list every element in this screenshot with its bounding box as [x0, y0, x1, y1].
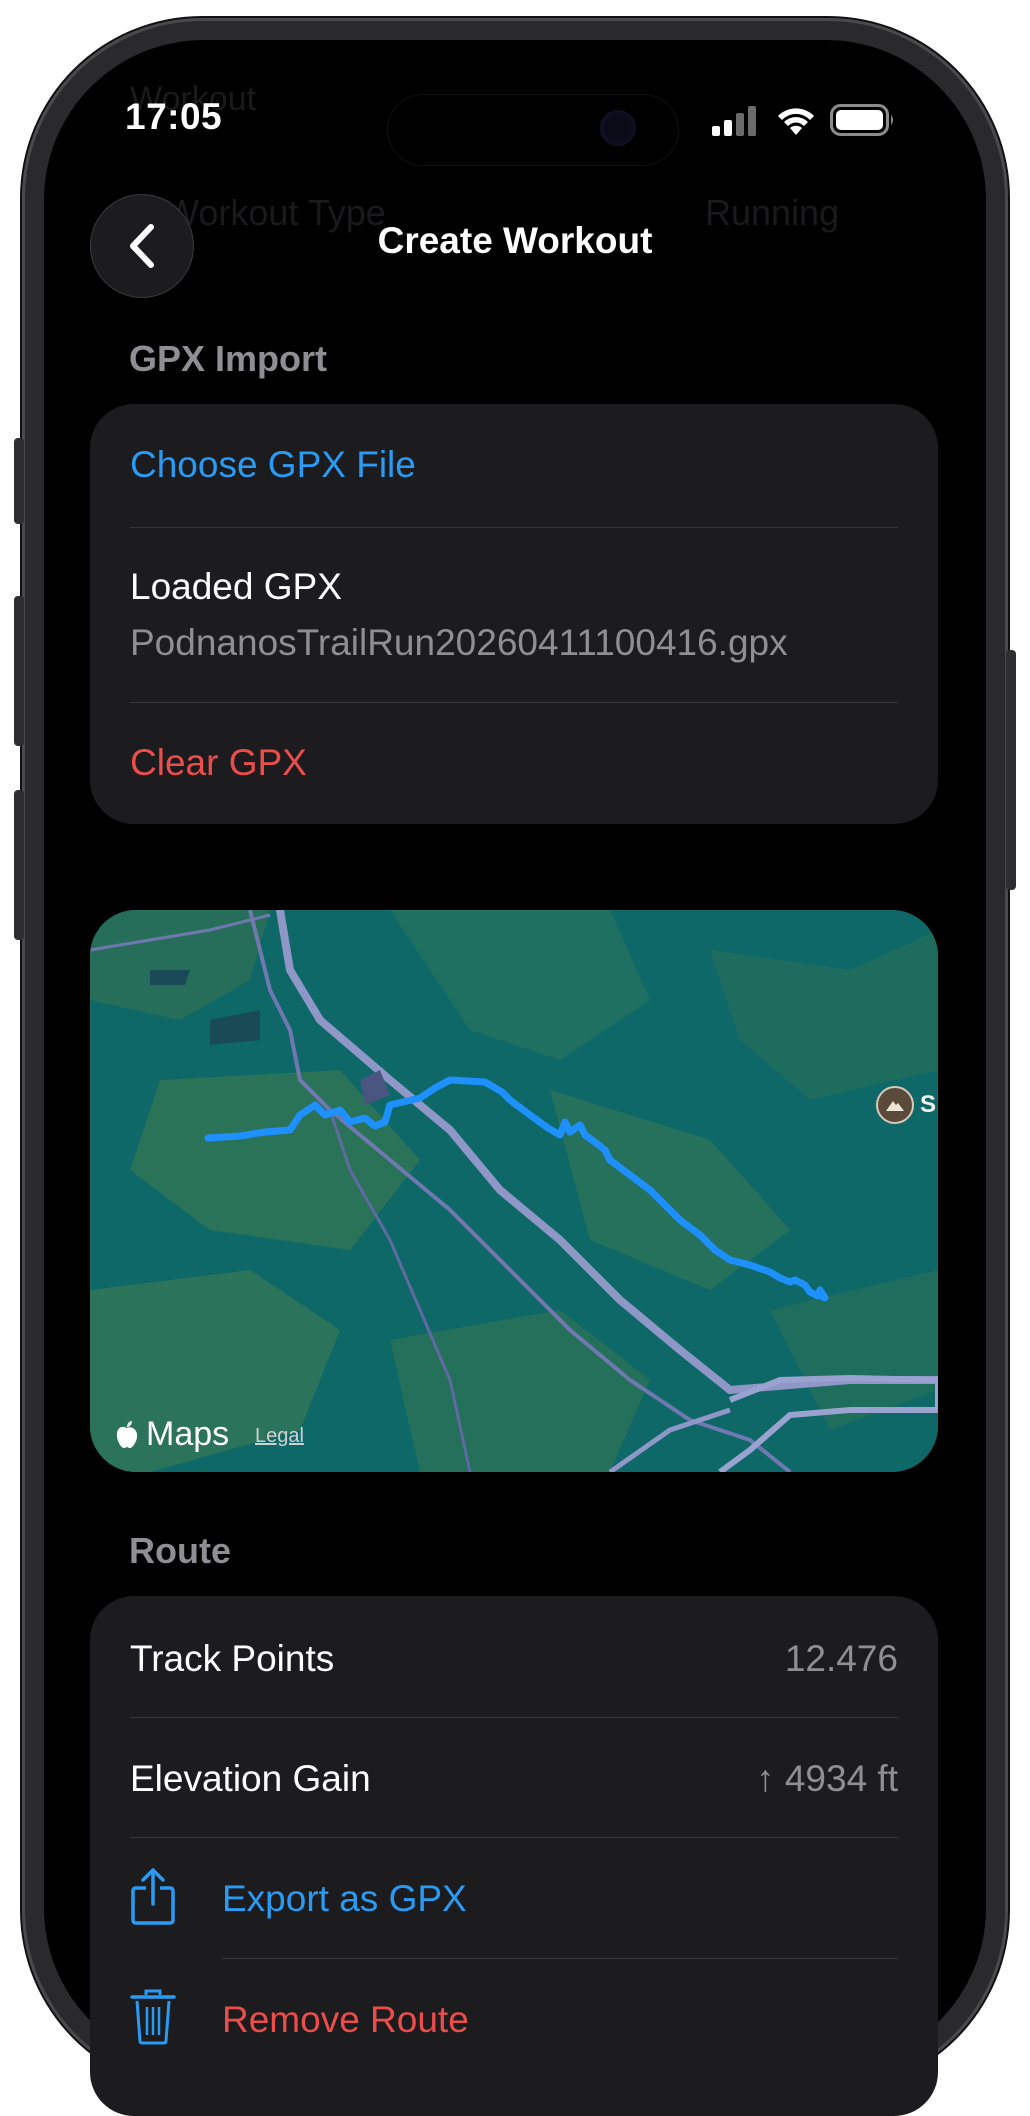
side-button-volume-up [14, 596, 24, 746]
divider [130, 527, 898, 528]
route-card: Track Points 12.476 Elevation Gain ↑ 493… [90, 1596, 938, 2116]
remove-route-label: Remove Route [222, 1999, 469, 2040]
elevation-gain-value: ↑ 4934 ft [756, 1758, 898, 1799]
front-camera [600, 110, 636, 146]
route-map[interactable]: S Maps Legal [90, 910, 938, 1472]
choose-gpx-file-button[interactable]: Choose GPX File [130, 444, 416, 486]
cellular-signal-icon [712, 106, 756, 136]
loaded-gpx-label: Loaded GPX [130, 566, 342, 607]
export-gpx-label: Export as GPX [222, 1878, 467, 1919]
wifi-icon [778, 108, 814, 135]
gpx-import-card: Choose GPX File Loaded GPX PodnanosTrail… [90, 404, 938, 824]
side-button-volume-down [14, 790, 24, 940]
maps-brand-text: Maps [146, 1415, 230, 1453]
nav-title: Create Workout [377, 220, 653, 261]
elevation-gain-label: Elevation Gain [130, 1758, 371, 1799]
map-poi-label: S [920, 1091, 937, 1118]
apple-logo-icon [116, 1420, 138, 1448]
share-icon [131, 1868, 175, 1925]
side-button-power [1006, 650, 1016, 890]
apple-maps-logo: Maps [114, 1415, 229, 1454]
remove-route-button[interactable]: Remove Route [90, 1959, 938, 2079]
map-poi-peak[interactable]: S [876, 1086, 936, 1124]
battery-icon [830, 104, 893, 136]
side-button-action [14, 438, 24, 524]
track-points-value: 12.476 [784, 1638, 898, 1679]
mountain-icon [876, 1086, 914, 1124]
loaded-gpx-filename: PodnanosTrailRun20260411100416.gpx [130, 622, 788, 663]
route-track-line [204, 1076, 829, 1302]
track-points-label: Track Points [130, 1638, 335, 1679]
trash-icon [130, 1989, 176, 2045]
status-time: 17:05 [125, 96, 223, 137]
clear-gpx-button[interactable]: Clear GPX [130, 742, 307, 784]
map-legal-link[interactable]: Legal [255, 1425, 304, 1448]
export-gpx-button[interactable]: Export as GPX [90, 1838, 938, 1958]
divider [130, 1717, 898, 1718]
section-header-route: Route [129, 1530, 231, 1571]
divider [130, 702, 898, 703]
section-header-gpx-import: GPX Import [129, 338, 328, 379]
